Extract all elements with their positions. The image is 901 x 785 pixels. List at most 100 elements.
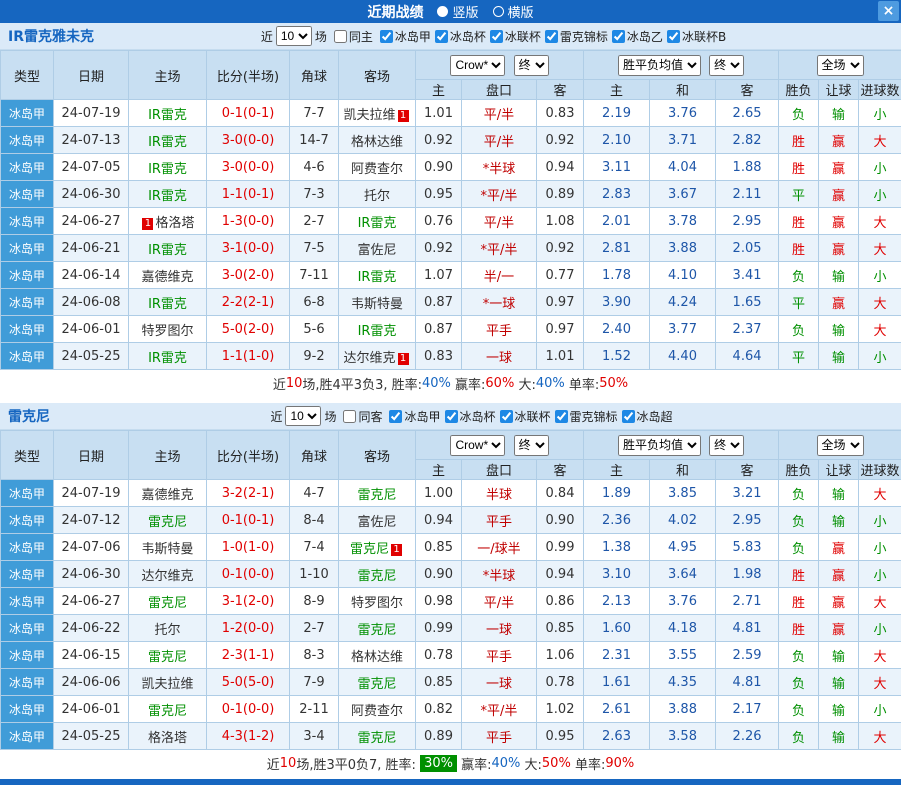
- asian-time-select[interactable]: 终: [514, 435, 549, 456]
- match-count-select[interactable]: 10: [276, 26, 312, 46]
- subcol-euro-away: 客: [716, 80, 779, 100]
- match-date: 24-05-25: [54, 343, 129, 370]
- bookmaker-select[interactable]: Crow*: [450, 435, 505, 456]
- team-name: 达尔维克: [343, 351, 395, 366]
- league-filter[interactable]: 冰联杯: [490, 28, 541, 45]
- league-label: 冰联杯: [505, 28, 541, 45]
- league-checkbox[interactable]: [667, 30, 680, 43]
- match-date: 24-05-25: [54, 723, 129, 750]
- league-type: 冰岛甲: [1, 588, 54, 615]
- euro-draw-odds: 4.95: [650, 534, 716, 561]
- euro-away-odds: 2.82: [716, 127, 779, 154]
- handicap: 平/半: [462, 208, 537, 235]
- league-checkbox[interactable]: [500, 410, 513, 423]
- col-date: 日期: [54, 51, 129, 100]
- subcol-euro-draw: 和: [650, 460, 716, 480]
- league-label: 冰岛乙: [627, 28, 663, 45]
- euro-away-odds: 2.71: [716, 588, 779, 615]
- euro-time-select[interactable]: 终: [709, 435, 744, 456]
- same-venue-filter[interactable]: 同主: [334, 28, 373, 45]
- handicap: 平/半: [462, 588, 537, 615]
- league-checkbox[interactable]: [555, 410, 568, 423]
- close-icon[interactable]: ×: [878, 1, 899, 21]
- league-checkbox[interactable]: [545, 30, 558, 43]
- same-venue-checkbox[interactable]: [343, 410, 356, 423]
- table-row: 冰岛甲 24-06-30 IR雷克 1-1(0-1) 7-3 托尔 0.95 *…: [1, 181, 901, 208]
- layout-option-horizontal[interactable]: 横版: [493, 2, 534, 21]
- euro-type-select[interactable]: 胜平负均值: [618, 55, 701, 76]
- same-venue-filter[interactable]: 同客: [343, 408, 382, 425]
- asian-home-odds: 0.94: [416, 507, 462, 534]
- league-filters: 冰岛甲冰岛杯 冰联杯雷克锦标冰岛超: [385, 408, 672, 425]
- team-name: 特罗图尔: [351, 596, 403, 611]
- result-goals: 大: [859, 588, 901, 615]
- team-name: 雷克尼: [357, 677, 396, 692]
- same-venue-checkbox[interactable]: [334, 30, 347, 43]
- league-label: 冰联杯: [515, 408, 551, 425]
- league-checkbox[interactable]: [389, 410, 402, 423]
- scope-select[interactable]: 全场: [817, 435, 864, 456]
- match-date: 24-06-01: [54, 696, 129, 723]
- home-team: 托尔: [129, 615, 207, 642]
- asian-time-select[interactable]: 终: [514, 55, 549, 76]
- league-checkbox[interactable]: [490, 30, 503, 43]
- subcol-goals-result: 进球数: [859, 80, 901, 100]
- league-type: 冰岛甲: [1, 316, 54, 343]
- away-team: 托尔: [339, 181, 416, 208]
- col-score: 比分(半场): [207, 431, 290, 480]
- subcol-wdl: 胜负: [779, 80, 819, 100]
- handicap: 平手: [462, 507, 537, 534]
- filters-row: 近 10 场 同客 冰岛甲冰岛杯冰联杯雷克锦标冰岛超: [270, 406, 672, 426]
- table-row: 冰岛甲 24-07-06 韦斯特曼 1-0(1-0) 7-4 雷克尼1 0.85…: [1, 534, 901, 561]
- away-team: 阿费查尔: [339, 696, 416, 723]
- league-checkbox[interactable]: [612, 30, 625, 43]
- radio-unselected-icon[interactable]: [493, 6, 504, 17]
- radio-selected-icon[interactable]: [437, 6, 448, 17]
- euro-draw-odds: 4.02: [650, 507, 716, 534]
- league-filter[interactable]: 冰岛乙: [612, 28, 663, 45]
- league-filter[interactable]: 冰联杯B: [667, 28, 726, 45]
- corners: 5-6: [290, 316, 339, 343]
- euro-away-odds: 2.17: [716, 696, 779, 723]
- away-team: 雷克尼: [339, 669, 416, 696]
- league-label: 冰岛杯: [450, 28, 486, 45]
- match-date: 24-06-06: [54, 669, 129, 696]
- league-filter[interactable]: 雷克锦标: [555, 408, 618, 425]
- window-title: 近期战绩: [367, 2, 423, 22]
- league-checkbox[interactable]: [445, 410, 458, 423]
- team-name: 雷克尼: [357, 569, 396, 584]
- euro-type-select[interactable]: 胜平负均值: [618, 435, 701, 456]
- scope-select[interactable]: 全场: [817, 55, 864, 76]
- result-handicap: 输: [819, 669, 859, 696]
- layout-option-vertical[interactable]: 竖版: [437, 2, 478, 21]
- league-filter[interactable]: 雷克锦标: [545, 28, 608, 45]
- team-name: IR雷克: [148, 189, 187, 204]
- bookmaker-select[interactable]: Crow*: [450, 55, 505, 76]
- scope-header: 全场: [779, 431, 901, 460]
- euro-time-select[interactable]: 终: [709, 55, 744, 76]
- result-outcome: 平: [779, 343, 819, 370]
- subcol-euro-draw: 和: [650, 80, 716, 100]
- league-checkbox[interactable]: [622, 410, 635, 423]
- corners: 2-11: [290, 696, 339, 723]
- league-filter[interactable]: 冰岛甲: [389, 408, 440, 425]
- score: 2-2(2-1): [207, 289, 290, 316]
- subcol-handicap-result: 让球: [819, 460, 859, 480]
- league-checkbox[interactable]: [380, 30, 393, 43]
- matches-table: 类型 日期 主场 比分(半场) 角球 客场 Crow* 终 胜平负均值 终 全场: [0, 50, 901, 370]
- red-card-badge: 1: [391, 544, 402, 556]
- league-label: 雷克锦标: [560, 28, 608, 45]
- league-filter[interactable]: 冰岛杯: [445, 408, 496, 425]
- league-filter[interactable]: 冰岛甲: [380, 28, 431, 45]
- league-filter[interactable]: 冰岛超: [622, 408, 673, 425]
- match-count-select[interactable]: 10: [285, 406, 321, 426]
- home-team: 嘉德维克: [129, 480, 207, 507]
- league-checkbox[interactable]: [435, 30, 448, 43]
- table-row: 冰岛甲 24-06-06 凯夫拉维 5-0(5-0) 7-9 雷克尼 0.85 …: [1, 669, 901, 696]
- league-filter[interactable]: 冰联杯: [500, 408, 551, 425]
- corners: 7-3: [290, 181, 339, 208]
- home-team: 雷克尼: [129, 507, 207, 534]
- league-filter[interactable]: 冰岛杯: [435, 28, 486, 45]
- team-name: 雷克尼: [357, 488, 396, 503]
- result-goals: 小: [859, 534, 901, 561]
